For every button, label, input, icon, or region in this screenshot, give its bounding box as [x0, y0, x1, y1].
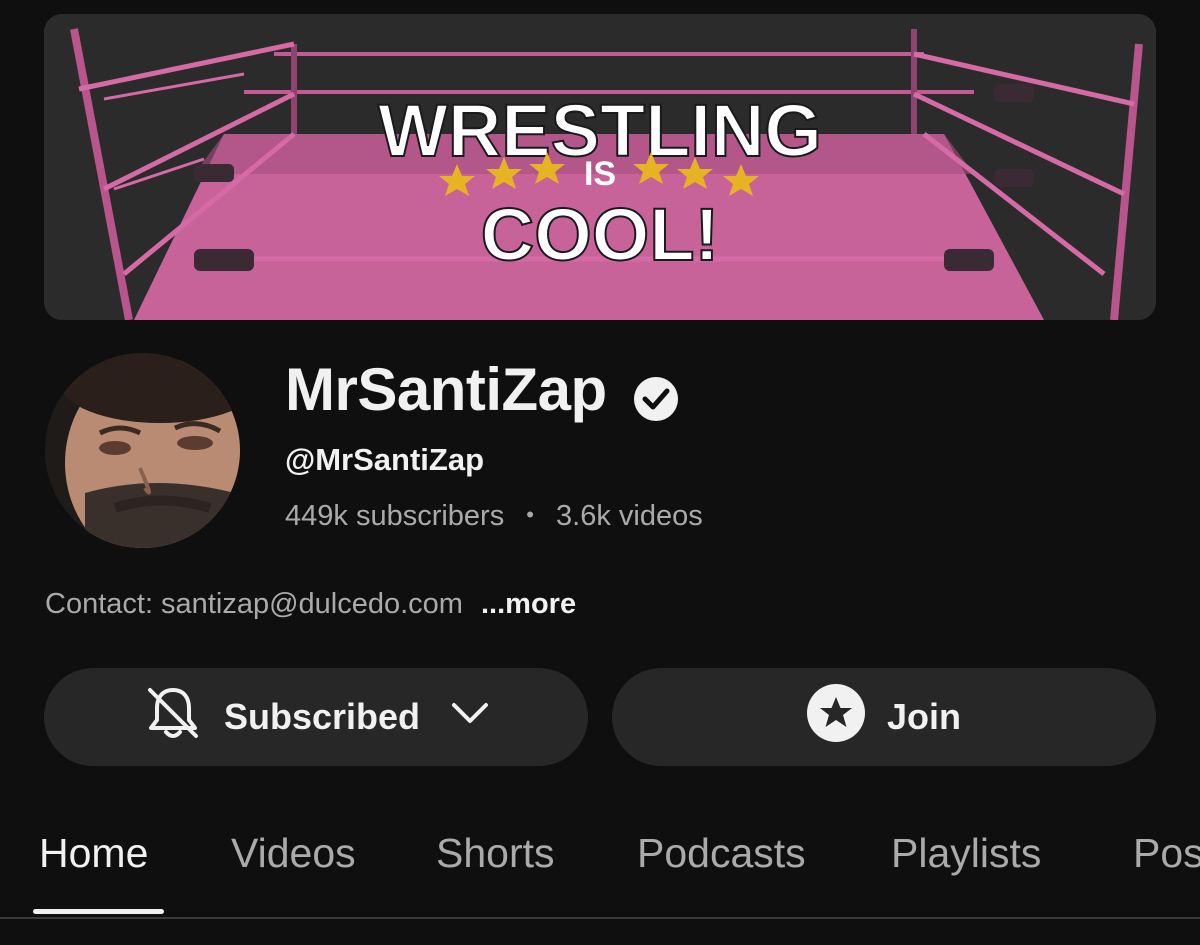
- tab-home[interactable]: Home: [39, 830, 148, 877]
- subscriber-count: 449k subscribers: [285, 500, 505, 532]
- active-tab-indicator: [33, 909, 164, 914]
- join-label: Join: [886, 696, 961, 737]
- channel-stats: 449k subscribers • 3.6k videos: [285, 500, 703, 533]
- tab-playlists[interactable]: Playlists: [891, 830, 1041, 877]
- subscribed-label: Subscribed: [223, 696, 421, 737]
- description-text: Contact: santizap@dulcedo.com: [45, 588, 463, 620]
- tab-shorts[interactable]: Shorts: [436, 830, 555, 877]
- chevron-down-icon: [450, 693, 490, 742]
- banner-title-line2: IS: [584, 155, 616, 193]
- video-count: 3.6k videos: [556, 500, 703, 532]
- channel-name-text: MrSantiZap: [285, 356, 607, 423]
- subscribed-button[interactable]: Subscribed: [44, 668, 588, 766]
- tab-videos[interactable]: Videos: [231, 830, 356, 877]
- channel-avatar[interactable]: [45, 353, 240, 548]
- channel-tabs: Home Videos Shorts Podcasts Playlists Po…: [0, 825, 1200, 919]
- channel-description[interactable]: Contact: santizap@dulcedo.com ...more: [45, 588, 576, 621]
- star-icon: [806, 683, 865, 751]
- more-link[interactable]: ...more: [481, 588, 576, 620]
- avatar-image: [45, 353, 240, 548]
- join-button[interactable]: Join: [612, 668, 1156, 766]
- stats-separator: •: [526, 502, 534, 527]
- banner-art: WRESTLING IS COOL!: [44, 14, 1156, 320]
- tab-posts[interactable]: Pos: [1133, 830, 1200, 877]
- banner-title-line3: COOL!: [481, 193, 719, 276]
- channel-name: MrSantiZap: [285, 355, 679, 424]
- channel-handle: @MrSantiZap: [285, 442, 485, 477]
- channel-banner: WRESTLING IS COOL!: [44, 14, 1156, 320]
- bell-off-icon: [142, 682, 204, 753]
- tab-podcasts[interactable]: Podcasts: [637, 830, 806, 877]
- verified-check-icon: [633, 367, 679, 421]
